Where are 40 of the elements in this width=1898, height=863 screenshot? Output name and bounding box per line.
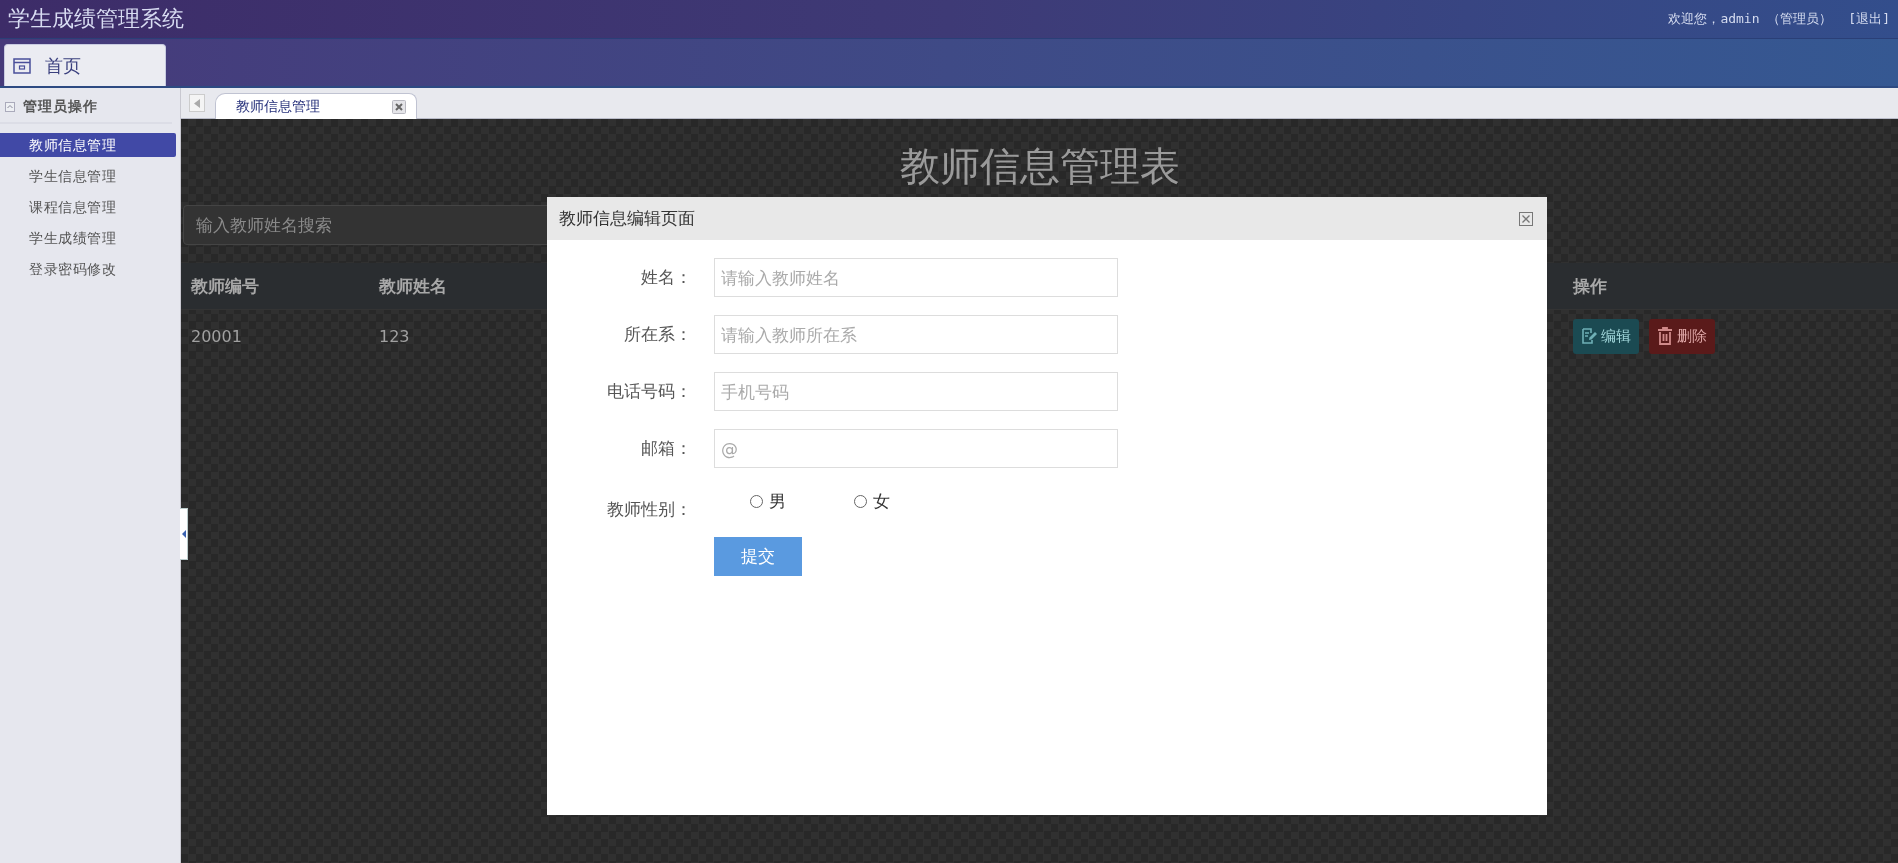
trash-icon	[1657, 327, 1673, 345]
delete-button[interactable]: 删除	[1649, 318, 1715, 354]
scroll-left-button[interactable]	[189, 94, 205, 112]
table-cell: 20001	[191, 326, 242, 346]
close-icon[interactable]	[392, 99, 406, 114]
group-title[interactable]: 管理员操作	[23, 98, 98, 116]
edit-button[interactable]: 编辑	[1573, 318, 1639, 354]
column-header: 操作	[1573, 274, 1607, 298]
input-field[interactable]: 请输入教师姓名	[714, 258, 1118, 297]
field-label: 邮箱：	[640, 437, 692, 460]
home-tab[interactable]: 首页	[4, 44, 166, 86]
collapse-icon[interactable]	[5, 102, 15, 112]
app-title: 学生成绩管理系统	[8, 5, 184, 33]
input-field[interactable]: @	[714, 429, 1118, 468]
window-icon	[13, 57, 31, 74]
edit-icon	[1581, 328, 1597, 344]
logout-link[interactable]: [退出]	[1848, 10, 1890, 28]
column-header: 教师编号	[191, 274, 259, 298]
close-button[interactable]	[1519, 211, 1533, 226]
welcome-text: 欢迎您，admin （管理员）	[1668, 10, 1833, 28]
sidebar-item[interactable]: 学生信息管理	[0, 164, 176, 188]
page-title: 教师信息管理表	[898, 142, 1181, 191]
left-arrow-icon	[194, 98, 200, 108]
radio-option[interactable]: 女	[854, 490, 914, 513]
sidebar-item[interactable]: 教师信息管理	[0, 133, 176, 157]
radio-option[interactable]: 男	[750, 490, 810, 513]
field-label: 所在系：	[623, 323, 692, 346]
input-field[interactable]: 请输入教师所在系	[714, 315, 1118, 354]
column-header: 教师姓名	[379, 274, 447, 298]
sidebar-item[interactable]: 课程信息管理	[0, 195, 176, 219]
collapse-handle[interactable]	[180, 508, 188, 560]
field-label: 电话号码：	[606, 380, 692, 403]
sidebar-item[interactable]: 登录密码修改	[0, 257, 176, 281]
field-label: 姓名：	[640, 266, 692, 289]
dialog-title: 教师信息编辑页面	[559, 207, 695, 230]
sidebar-item[interactable]: 学生成绩管理	[0, 226, 176, 250]
page-tab[interactable]: 教师信息管理	[215, 93, 417, 119]
table-cell: 123	[379, 326, 410, 346]
input-field[interactable]: 手机号码	[714, 372, 1118, 411]
field-label: 教师性别：	[606, 498, 692, 521]
